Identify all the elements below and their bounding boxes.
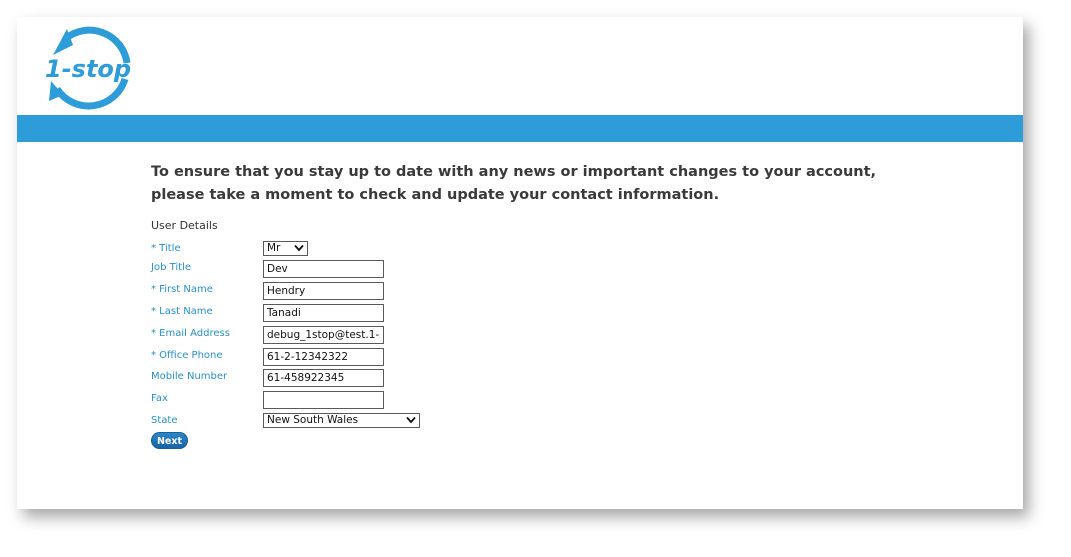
section-title: User Details <box>151 219 218 232</box>
intro-line-2: please take a moment to check and update… <box>151 187 720 203</box>
office-phone-input[interactable] <box>263 348 384 366</box>
mobile-row: Mobile Number <box>151 369 551 387</box>
email-label: * Email Address <box>151 328 230 339</box>
title-label: * Title <box>151 243 181 254</box>
chevron-down-icon <box>294 244 304 252</box>
fax-row: Fax <box>151 391 551 409</box>
fax-input[interactable] <box>263 391 384 409</box>
logo-text: 1-stop <box>45 55 131 83</box>
chevron-down-icon <box>406 416 416 424</box>
fax-label: Fax <box>151 393 168 404</box>
email-input[interactable] <box>263 326 384 344</box>
job-title-label: Job Title <box>151 262 192 273</box>
job-title-input[interactable] <box>263 260 384 278</box>
job-title-row: Job Title <box>151 260 551 278</box>
first-name-input[interactable] <box>263 282 384 300</box>
logo: 1-stop <box>43 23 135 113</box>
logo-icon: 1-stop <box>44 26 132 110</box>
intro-message: To ensure that you stay up to date with … <box>151 161 911 207</box>
mobile-input[interactable] <box>263 369 384 387</box>
last-name-label: * Last Name <box>151 306 213 317</box>
first-name-label: * First Name <box>151 284 213 295</box>
last-name-input[interactable] <box>263 304 384 322</box>
email-row: * Email Address <box>151 326 551 344</box>
state-select-value: New South Wales <box>267 414 359 426</box>
office-phone-label: * Office Phone <box>151 350 223 361</box>
mobile-label: Mobile Number <box>151 371 228 382</box>
header-banner <box>17 115 1023 142</box>
page-frame: 1-stop To ensure that you stay up to dat… <box>17 17 1023 509</box>
title-select-value: Mr <box>267 242 281 254</box>
state-select[interactable]: New South Wales <box>263 413 420 428</box>
intro-line-1: To ensure that you stay up to date with … <box>151 164 877 180</box>
state-row: State New South Wales <box>151 413 551 431</box>
title-select[interactable]: Mr <box>263 241 308 256</box>
title-row: * Title Mr <box>151 241 551 259</box>
first-name-row: * First Name <box>151 282 551 300</box>
last-name-row: * Last Name <box>151 304 551 322</box>
state-label: State <box>151 415 178 426</box>
office-phone-row: * Office Phone <box>151 348 551 366</box>
next-button[interactable]: Next <box>151 432 188 449</box>
